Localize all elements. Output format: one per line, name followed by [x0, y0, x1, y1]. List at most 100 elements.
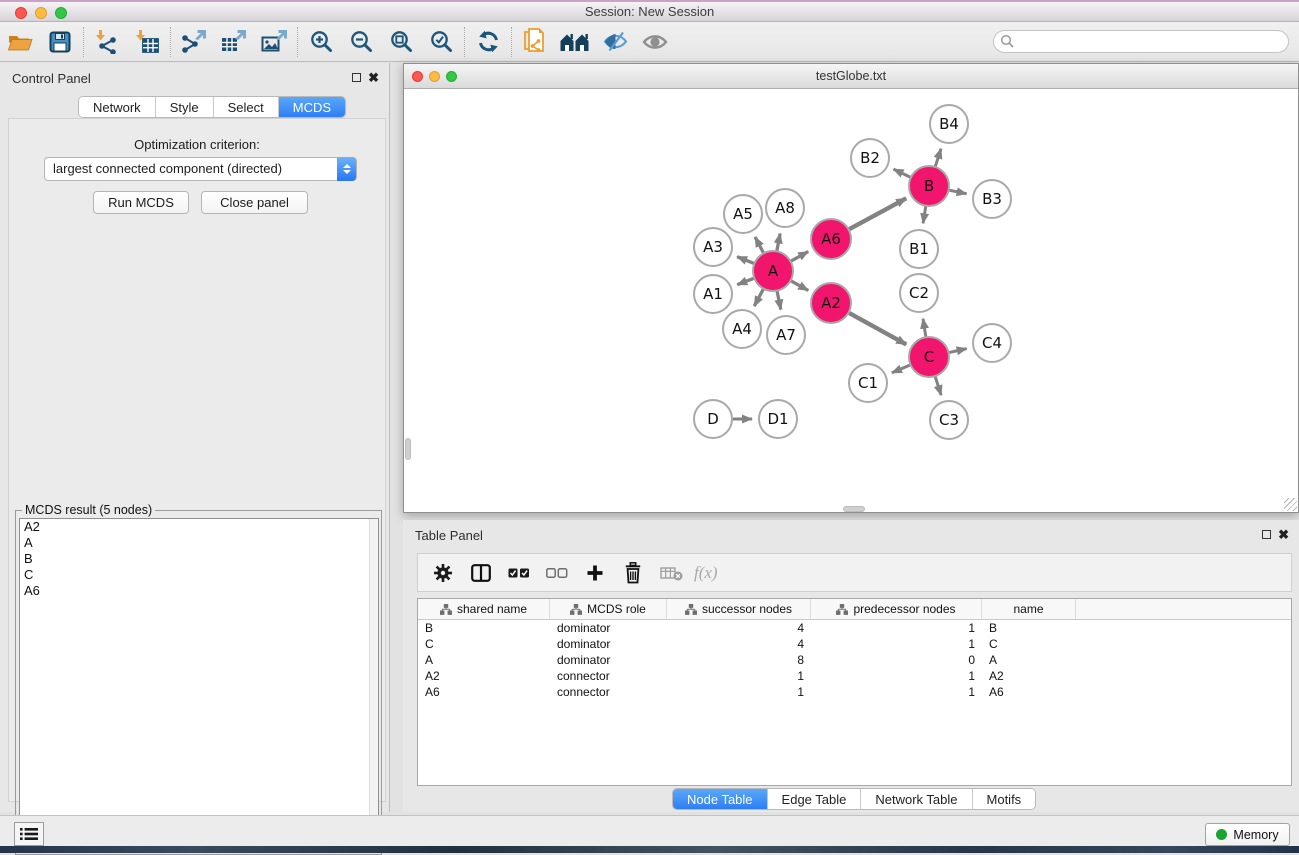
table-cell[interactable]: 4 [667, 636, 811, 652]
tab-select[interactable]: Select [214, 97, 279, 117]
table-cell[interactable]: A6 [418, 684, 550, 700]
open-file-button[interactable] [0, 25, 40, 59]
hide-graphics-details-button[interactable] [595, 25, 635, 59]
delete-rows-button[interactable] [616, 558, 650, 588]
search-input[interactable] [1015, 33, 1288, 51]
graph-edge-A6-B[interactable] [846, 198, 906, 231]
zoom-fit-button[interactable] [381, 25, 421, 59]
search-field[interactable] [993, 30, 1289, 53]
table-cell[interactable]: 1 [667, 684, 811, 700]
table-cell[interactable]: B [982, 620, 1076, 636]
zoom-window-button[interactable] [446, 71, 457, 82]
window-controls[interactable] [15, 7, 67, 19]
column-header[interactable]: predecessor nodes [811, 599, 982, 619]
window-resize-grip[interactable] [1284, 498, 1297, 511]
close-panel-icon[interactable]: ✖ [1278, 527, 1289, 543]
network-window-title-bar[interactable]: testGlobe.txt [404, 64, 1298, 89]
tab-edge-table[interactable]: Edge Table [768, 789, 862, 809]
column-header[interactable]: MCDS role [550, 599, 667, 619]
table-cell[interactable]: 1 [811, 684, 982, 700]
table-cell[interactable]: C [982, 636, 1076, 652]
mcds-result-item[interactable]: A6 [20, 583, 378, 599]
table-cell[interactable]: B [418, 620, 550, 636]
table-row[interactable]: Adominator80A [418, 652, 1291, 668]
export-network-button[interactable] [174, 25, 214, 59]
table-cell[interactable]: dominator [550, 652, 667, 668]
tab-node-table[interactable]: Node Table [673, 789, 768, 809]
show-graphics-details-button[interactable] [635, 25, 675, 59]
deselect-all-button[interactable] [540, 558, 574, 588]
tab-motifs[interactable]: Motifs [973, 789, 1036, 809]
network-graph[interactable]: AA1A2A3A4A5A6A7A8BB1B2B3B4CC1C2C3C4DD1 [405, 90, 1297, 512]
float-panel-icon[interactable] [352, 73, 361, 82]
export-image-button[interactable] [254, 25, 294, 59]
optimization-criterion-dropdown[interactable]: largest connected component (directed) [44, 157, 357, 181]
table-cell[interactable]: connector [550, 668, 667, 684]
network-canvas[interactable]: AA1A2A3A4A5A6A7A8BB1B2B3B4CC1C2C3C4DD1 [405, 90, 1297, 512]
network-window-controls[interactable] [412, 71, 457, 82]
tab-style[interactable]: Style [156, 97, 214, 117]
mcds-result-list[interactable]: A2ABCA6 [19, 518, 379, 852]
close-panel-icon[interactable]: ✖ [368, 70, 379, 86]
table-cell[interactable]: A2 [418, 668, 550, 684]
graph-edge-A2-C[interactable] [846, 311, 906, 344]
minimize-window-button[interactable] [35, 7, 47, 19]
table-cell[interactable]: A [418, 652, 550, 668]
table-cell[interactable]: A6 [982, 684, 1076, 700]
save-session-button[interactable] [40, 25, 80, 59]
close-window-button[interactable] [412, 71, 423, 82]
run-mcds-button[interactable]: Run MCDS [93, 191, 189, 214]
table-row[interactable]: Cdominator41C [418, 636, 1291, 652]
zoom-selected-button[interactable] [421, 25, 461, 59]
table-cell[interactable]: 8 [667, 652, 811, 668]
table-body[interactable]: Bdominator41BCdominator41CAdominator80AA… [418, 620, 1291, 700]
zoom-window-button[interactable] [55, 7, 67, 19]
add-row-button[interactable] [578, 558, 612, 588]
tab-network[interactable]: Network [79, 97, 156, 117]
minimize-window-button[interactable] [429, 71, 440, 82]
mcds-result-item[interactable]: A2 [20, 519, 378, 535]
column-header[interactable]: name [982, 599, 1076, 619]
mcds-result-item[interactable]: A [20, 535, 378, 551]
table-cell[interactable]: A2 [982, 668, 1076, 684]
table-row[interactable]: Bdominator41B [418, 620, 1291, 636]
table-row[interactable]: A2connector11A2 [418, 668, 1291, 684]
table-cell[interactable]: 1 [811, 620, 982, 636]
table-cell[interactable]: C [418, 636, 550, 652]
import-table-button[interactable] [127, 25, 167, 59]
mcds-result-item[interactable]: B [20, 551, 378, 567]
zoom-in-button[interactable] [301, 25, 341, 59]
zoom-out-button[interactable] [341, 25, 381, 59]
close-panel-button[interactable]: Close panel [201, 191, 308, 214]
table-cell[interactable]: 1 [811, 668, 982, 684]
column-header[interactable]: shared name [418, 599, 550, 619]
table-cell[interactable]: 1 [667, 668, 811, 684]
close-window-button[interactable] [15, 7, 27, 19]
float-panel-icon[interactable] [1262, 530, 1271, 539]
table-cell[interactable]: A [982, 652, 1076, 668]
tab-network-table[interactable]: Network Table [861, 789, 972, 809]
show-log-button[interactable] [14, 822, 44, 846]
node-table[interactable]: shared nameMCDS rolesuccessor nodesprede… [417, 598, 1292, 786]
table-settings-button[interactable] [426, 558, 460, 588]
memory-button[interactable]: Memory [1205, 823, 1290, 846]
table-row[interactable]: A6connector11A6 [418, 684, 1291, 700]
select-all-button[interactable] [502, 558, 536, 588]
import-network-button[interactable] [87, 25, 127, 59]
home-button[interactable] [555, 25, 595, 59]
horizontal-scrollbar-thumb[interactable] [843, 506, 865, 512]
scrollbar-track[interactable] [369, 519, 378, 851]
toggle-columns-button[interactable] [464, 558, 498, 588]
column-header[interactable]: successor nodes [667, 599, 811, 619]
table-cell[interactable]: dominator [550, 636, 667, 652]
table-header-row[interactable]: shared nameMCDS rolesuccessor nodesprede… [418, 599, 1291, 620]
table-cell[interactable]: 0 [811, 652, 982, 668]
table-cell[interactable]: connector [550, 684, 667, 700]
vertical-scrollbar-thumb[interactable] [405, 438, 411, 460]
mcds-result-item[interactable]: C [20, 567, 378, 583]
export-table-button[interactable] [214, 25, 254, 59]
table-cell[interactable]: 4 [667, 620, 811, 636]
tab-mcds[interactable]: MCDS [279, 97, 345, 117]
table-cell[interactable]: dominator [550, 620, 667, 636]
new-session-from-network-button[interactable] [515, 25, 555, 59]
